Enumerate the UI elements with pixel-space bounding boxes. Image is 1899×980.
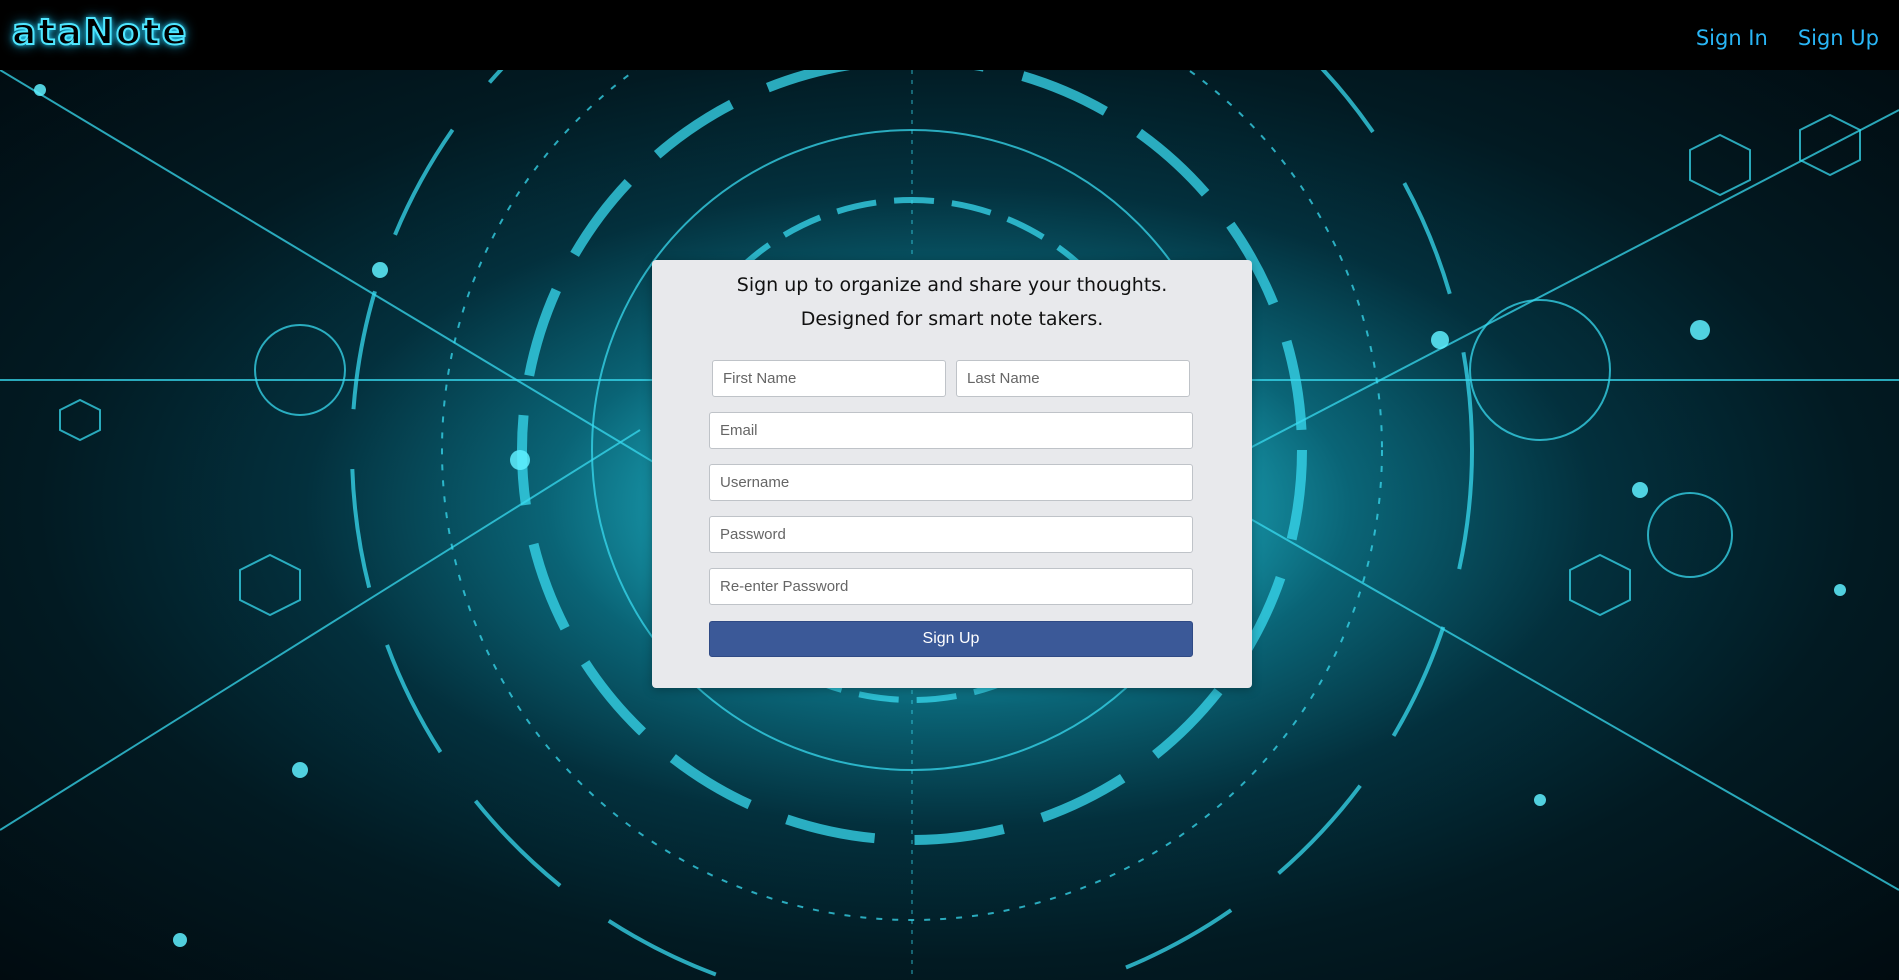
email-field[interactable] <box>709 412 1193 449</box>
sign-up-button[interactable]: Sign Up <box>709 621 1193 657</box>
signup-card: Sign up to organize and share your thoug… <box>652 260 1252 688</box>
tagline-primary: Sign up to organize and share your thoug… <box>736 274 1168 296</box>
sign-up-link[interactable]: Sign Up <box>1798 26 1879 50</box>
last-name-field[interactable] <box>956 360 1190 397</box>
tagline-secondary: Designed for smart note takers. <box>800 308 1104 330</box>
first-name-field[interactable] <box>712 360 946 397</box>
sign-in-link[interactable]: Sign In <box>1696 26 1768 50</box>
nav-links: Sign In Sign Up <box>1696 26 1879 50</box>
username-field[interactable] <box>709 464 1193 501</box>
top-navbar: ataNote Sign In Sign Up <box>0 0 1899 70</box>
password-field[interactable] <box>709 516 1193 553</box>
reenter-password-field[interactable] <box>709 568 1193 605</box>
app-logo[interactable]: ataNote <box>11 11 188 54</box>
